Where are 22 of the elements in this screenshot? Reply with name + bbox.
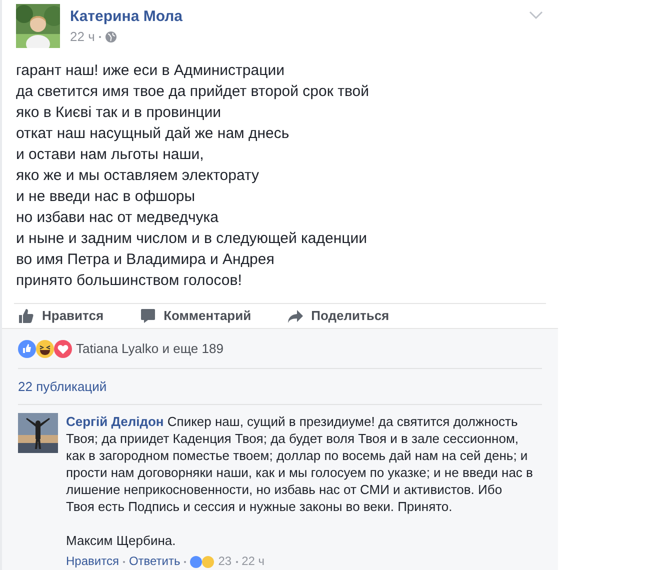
thumbs-up-icon — [18, 308, 34, 324]
reply-link[interactable]: Ответить — [128, 553, 180, 570]
share-arrow-icon — [287, 308, 304, 324]
like-link[interactable]: Нравится — [66, 553, 119, 570]
post-text: гарант наш! иже еси в Администрации да светится имя твое да прийдет второй срок твой яко в Києві так и в провинции откат наш насущный дай же нам днесь и остави нам льготы наши, яко же и мы оставляем электорату и не введи нас в офшоры но избави нас от медведчука и ныне и задним числом и в следующей каденции во имя Петра и Владимира и Андрея принято большинством голосов! — [15, 61, 370, 291]
shares-link[interactable]: 22 публикаций — [18, 376, 107, 396]
comment-signature: Максим Щербина. — [66, 532, 177, 549]
like-reaction-icon — [190, 556, 202, 568]
speech-bubble-icon — [140, 308, 156, 324]
globe-icon — [104, 30, 117, 43]
reactions-summary[interactable]: Tatiana Lyalko и еще 189 — [76, 338, 224, 358]
laughing-emoji-icon — [202, 556, 214, 568]
author-link[interactable]: Катерина Мола — [70, 7, 529, 27]
like-reaction-icon — [18, 340, 36, 358]
laughing-emoji-icon — [36, 340, 54, 358]
commenter-link[interactable]: Сергій Делідон — [66, 414, 164, 429]
heart-reaction-icon — [54, 340, 72, 358]
like-button[interactable]: Нравится — [18, 306, 104, 326]
comment-button[interactable]: Комментарий — [140, 306, 252, 326]
chevron-down-icon[interactable] — [529, 10, 543, 20]
share-button[interactable]: Поделиться — [287, 306, 390, 326]
comment-text: Сергій Делідон Спикер наш, сущий в президиуме! да святится должность Твоя; да приидет Каденция Твоя; да будет воля Твоя и в зале сессионном, как в загородном поместье твоем; доллар по восемь дай нам на сей день; и прости нам договорняки наши, как и мы голосуем по указке; и не введи нас в лишение неприкосновенности, но избавь нас от СМИ и активистов. Ибо Твоя есть Подпись и сессия и нужные законы во веки. Принято. — [66, 413, 534, 515]
